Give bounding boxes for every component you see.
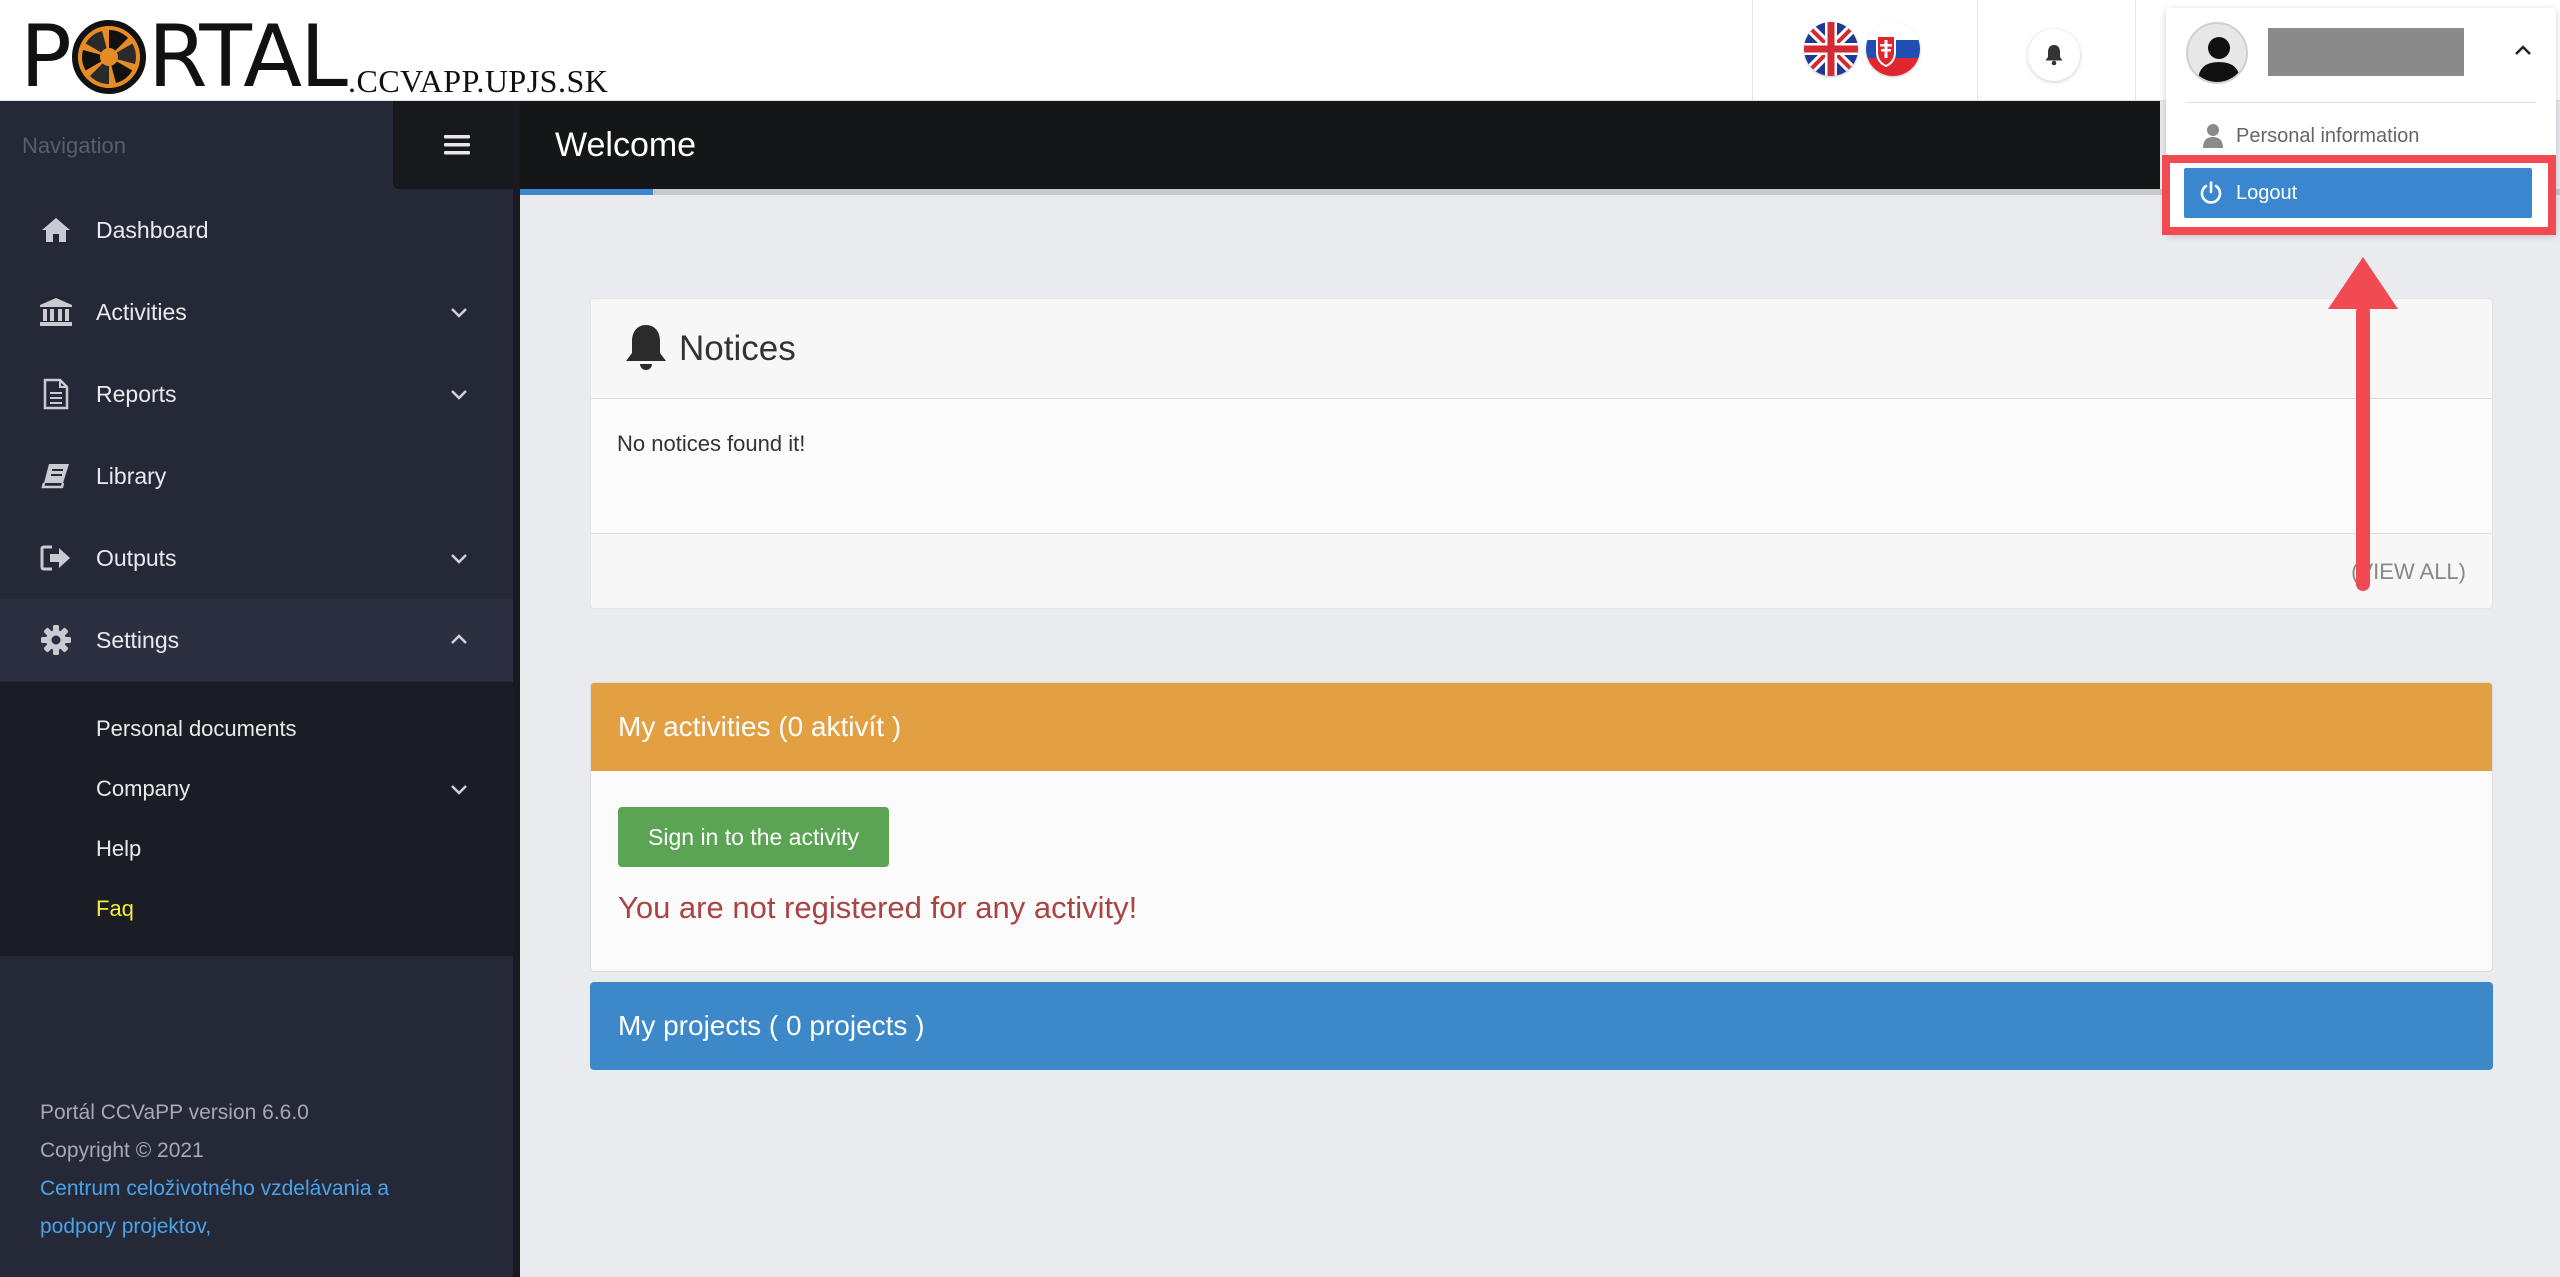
not-registered-message: You are not registered for any activity! xyxy=(618,890,1138,925)
aperture-icon xyxy=(71,20,146,94)
sidebar: Navigation Dashboard Activities Reports xyxy=(0,101,520,1277)
gear-icon xyxy=(38,622,74,658)
submenu-item-help[interactable]: Help xyxy=(96,836,141,862)
version-text: Portál CCVaPP version 6.6.0 xyxy=(40,1101,309,1124)
page-progress-fill xyxy=(520,189,653,195)
my-projects-panel[interactable]: My projects ( 0 projects ) xyxy=(590,982,2493,1070)
header-divider xyxy=(2135,0,2136,100)
avatar[interactable] xyxy=(2186,22,2248,84)
header-divider xyxy=(1752,0,1753,100)
sidebar-item-settings[interactable]: Settings xyxy=(0,599,513,681)
sidebar-item-activities[interactable]: Activities xyxy=(0,271,513,353)
notifications-button[interactable] xyxy=(2028,29,2080,81)
header-divider xyxy=(1977,0,1978,100)
hamburger-icon xyxy=(443,135,470,155)
notices-title: Notices xyxy=(679,329,796,368)
sidebar-item-reports[interactable]: Reports xyxy=(0,353,513,435)
user-icon xyxy=(2203,124,2223,148)
logo-letter-p: P xyxy=(20,7,72,107)
slovak-flag-icon[interactable] xyxy=(1866,22,1920,76)
organization-link-line-2: podpory projektov, xyxy=(40,1215,212,1238)
settings-submenu: Personal documents Company Help Faq xyxy=(0,682,513,956)
chevron-down-icon xyxy=(451,390,467,400)
annotation-arrow-icon xyxy=(2328,257,2398,591)
chevron-down-icon xyxy=(451,785,467,795)
logo-domain: .CCVAPP.UPJS.SK xyxy=(347,63,609,99)
sidebar-edge xyxy=(513,101,520,1277)
document-icon xyxy=(38,376,74,412)
chevron-up-icon[interactable] xyxy=(2512,40,2534,62)
sidebar-item-label: Outputs xyxy=(96,544,177,571)
submenu-item-personal-documents[interactable]: Personal documents xyxy=(96,716,297,742)
annotation-highlight-box xyxy=(2162,155,2556,235)
home-icon xyxy=(38,212,74,248)
logo-wordmark: P RTAL xyxy=(20,7,348,107)
logo-letters-rtal: RTAL xyxy=(147,7,348,107)
user-silhouette-icon xyxy=(2198,37,2240,82)
personal-information-menu-item[interactable]: Personal information xyxy=(2202,120,2419,152)
sidebar-item-dashboard[interactable]: Dashboard xyxy=(0,189,513,271)
sidebar-item-label: Settings xyxy=(96,626,180,653)
chevron-up-icon xyxy=(451,634,467,644)
my-activities-header: My activities (0 aktivít ) xyxy=(591,683,2492,771)
user-name-redacted xyxy=(2268,28,2464,76)
copyright-text: Copyright © 2021 xyxy=(40,1139,204,1162)
sign-in-activity-button[interactable]: Sign in to the activity xyxy=(618,807,889,867)
bell-icon xyxy=(2045,45,2063,66)
notices-body: No notices found it! xyxy=(591,399,2492,534)
sidebar-item-label: Dashboard xyxy=(96,216,209,243)
organization-link[interactable]: Centrum celoživotného vzdelávania a podp… xyxy=(40,1170,389,1246)
sidebar-item-label: Reports xyxy=(96,380,177,407)
sign-out-icon xyxy=(38,540,74,576)
notices-empty-text: No notices found it! xyxy=(617,431,806,456)
sidebar-footer: Portál CCVaPP version 6.6.0 Copyright © … xyxy=(40,1094,389,1246)
notices-header: Notices xyxy=(591,299,2492,399)
portal-logo[interactable]: P RTAL .CCVAPP.UPJS.SK xyxy=(20,14,608,100)
submenu-item-company[interactable]: Company xyxy=(96,776,190,802)
submenu-item-faq[interactable]: Faq xyxy=(96,896,134,922)
menu-toggle-button[interactable] xyxy=(393,101,520,189)
sidebar-item-label: Library xyxy=(96,462,167,489)
bank-icon xyxy=(38,294,74,330)
sidebar-title: Navigation xyxy=(22,133,126,158)
sidebar-item-library[interactable]: Library xyxy=(0,435,513,517)
sidebar-item-label: Activities xyxy=(96,298,187,325)
sidebar-item-outputs[interactable]: Outputs xyxy=(0,517,513,599)
uk-flag-icon[interactable] xyxy=(1804,22,1858,76)
bell-icon xyxy=(626,325,666,370)
my-activities-title: My activities (0 aktivít ) xyxy=(618,711,902,742)
dropdown-divider xyxy=(2186,102,2536,103)
book-icon xyxy=(38,458,74,494)
personal-information-label: Personal information xyxy=(2236,124,2420,147)
organization-link-line-1: Centrum celoživotného vzdelávania a xyxy=(40,1177,390,1200)
notices-panel: Notices No notices found it! (VIEW ALL) xyxy=(590,298,2493,609)
chevron-down-icon xyxy=(451,308,467,318)
page-title-bar: Welcome xyxy=(520,101,2160,189)
page-title: Welcome xyxy=(555,126,697,164)
sidebar-header: Navigation xyxy=(0,101,393,189)
my-projects-title: My projects ( 0 projects ) xyxy=(618,1010,925,1041)
my-activities-panel: My activities (0 aktivít ) Sign in to th… xyxy=(590,682,2493,972)
chevron-down-icon xyxy=(451,554,467,564)
